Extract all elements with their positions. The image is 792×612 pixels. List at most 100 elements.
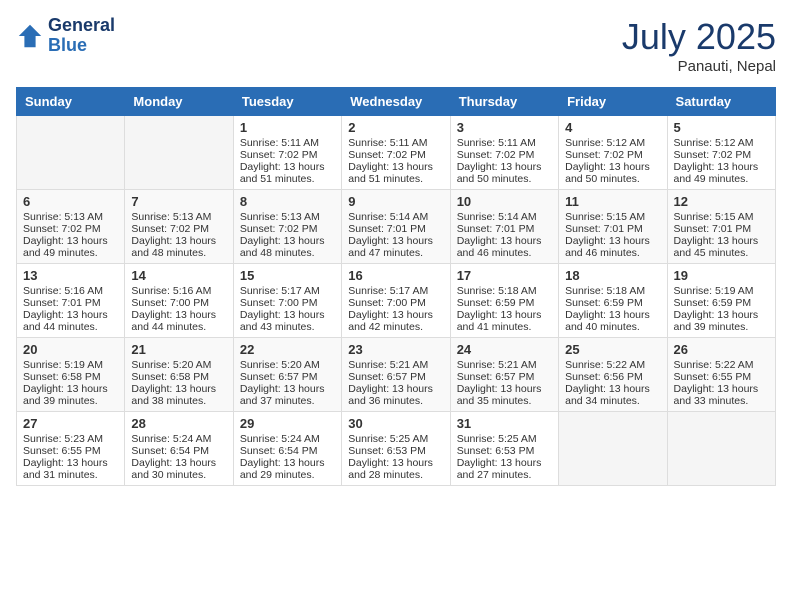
day-info: Daylight: 13 hours and 39 minutes. <box>674 309 769 333</box>
day-info: Daylight: 13 hours and 47 minutes. <box>348 235 443 259</box>
day-info: Sunrise: 5:11 AM <box>348 137 443 149</box>
calendar-cell: 20Sunrise: 5:19 AMSunset: 6:58 PMDayligh… <box>17 338 125 412</box>
day-number: 6 <box>23 194 118 209</box>
day-number: 9 <box>348 194 443 209</box>
day-info: Sunrise: 5:18 AM <box>457 285 552 297</box>
weekday-header: Monday <box>125 88 233 116</box>
day-info: Sunrise: 5:19 AM <box>23 359 118 371</box>
day-info: Sunset: 7:02 PM <box>565 149 660 161</box>
day-info: Sunrise: 5:12 AM <box>674 137 769 149</box>
day-info: Sunset: 7:02 PM <box>131 223 226 235</box>
day-info: Daylight: 13 hours and 46 minutes. <box>457 235 552 259</box>
day-info: Daylight: 13 hours and 45 minutes. <box>674 235 769 259</box>
weekday-header: Thursday <box>450 88 558 116</box>
day-info: Sunrise: 5:24 AM <box>131 433 226 445</box>
day-info: Sunrise: 5:21 AM <box>348 359 443 371</box>
day-info: Daylight: 13 hours and 30 minutes. <box>131 457 226 481</box>
day-info: Sunset: 7:01 PM <box>565 223 660 235</box>
day-info: Sunset: 7:02 PM <box>240 149 335 161</box>
day-number: 17 <box>457 268 552 283</box>
day-info: Sunrise: 5:21 AM <box>457 359 552 371</box>
weekday-header: Tuesday <box>233 88 341 116</box>
location: Panauti, Nepal <box>622 58 776 75</box>
calendar-cell <box>559 412 667 486</box>
day-number: 14 <box>131 268 226 283</box>
day-info: Sunset: 7:01 PM <box>674 223 769 235</box>
calendar-cell: 12Sunrise: 5:15 AMSunset: 7:01 PMDayligh… <box>667 190 775 264</box>
day-info: Sunrise: 5:25 AM <box>348 433 443 445</box>
calendar-week-row: 13Sunrise: 5:16 AMSunset: 7:01 PMDayligh… <box>17 264 776 338</box>
day-number: 25 <box>565 342 660 357</box>
day-info: Sunrise: 5:18 AM <box>565 285 660 297</box>
day-info: Daylight: 13 hours and 37 minutes. <box>240 383 335 407</box>
calendar-cell: 3Sunrise: 5:11 AMSunset: 7:02 PMDaylight… <box>450 116 558 190</box>
day-info: Daylight: 13 hours and 48 minutes. <box>240 235 335 259</box>
day-info: Sunrise: 5:20 AM <box>240 359 335 371</box>
calendar-cell: 25Sunrise: 5:22 AMSunset: 6:56 PMDayligh… <box>559 338 667 412</box>
day-info: Sunrise: 5:20 AM <box>131 359 226 371</box>
day-info: Sunset: 6:55 PM <box>674 371 769 383</box>
day-info: Sunrise: 5:17 AM <box>348 285 443 297</box>
calendar-table: SundayMondayTuesdayWednesdayThursdayFrid… <box>16 87 776 486</box>
logo-icon <box>16 22 44 50</box>
day-info: Sunrise: 5:14 AM <box>348 211 443 223</box>
calendar-cell: 22 Sunrise: 5:20 AMSunset: 6:57 PMDayligh… <box>233 338 341 412</box>
day-number: 28 <box>131 416 226 431</box>
day-info: Sunset: 6:57 PM <box>457 371 552 383</box>
day-number: 22 <box>240 342 335 357</box>
day-info: Daylight: 13 hours and 49 minutes. <box>674 161 769 185</box>
day-info: Sunset: 6:57 PM <box>240 371 335 383</box>
day-number: 24 <box>457 342 552 357</box>
weekday-header: Wednesday <box>342 88 450 116</box>
day-info: Daylight: 13 hours and 29 minutes. <box>240 457 335 481</box>
day-info: Sunset: 7:02 PM <box>240 223 335 235</box>
day-info: Daylight: 13 hours and 35 minutes. <box>457 383 552 407</box>
calendar-cell: 6Sunrise: 5:13 AMSunset: 7:02 PMDaylight… <box>17 190 125 264</box>
calendar-cell: 28Sunrise: 5:24 AMSunset: 6:54 PMDayligh… <box>125 412 233 486</box>
day-info: Sunset: 7:00 PM <box>348 297 443 309</box>
day-number: 2 <box>348 120 443 135</box>
calendar-cell: 13Sunrise: 5:16 AMSunset: 7:01 PMDayligh… <box>17 264 125 338</box>
day-info: Sunrise: 5:13 AM <box>23 211 118 223</box>
day-info: Sunset: 6:53 PM <box>457 445 552 457</box>
day-number: 7 <box>131 194 226 209</box>
calendar-cell: 31Sunrise: 5:25 AMSunset: 6:53 PMDayligh… <box>450 412 558 486</box>
weekday-header: Sunday <box>17 88 125 116</box>
day-info: Daylight: 13 hours and 36 minutes. <box>348 383 443 407</box>
calendar-cell: 14Sunrise: 5:16 AMSunset: 7:00 PMDayligh… <box>125 264 233 338</box>
weekday-header-row: SundayMondayTuesdayWednesdayThursdayFrid… <box>17 88 776 116</box>
calendar-cell: 26Sunrise: 5:22 AMSunset: 6:55 PMDayligh… <box>667 338 775 412</box>
day-info: Sunrise: 5:16 AM <box>131 285 226 297</box>
day-number: 30 <box>348 416 443 431</box>
day-number: 31 <box>457 416 552 431</box>
day-number: 19 <box>674 268 769 283</box>
day-number: 11 <box>565 194 660 209</box>
day-info: Sunset: 7:01 PM <box>457 223 552 235</box>
day-info: Daylight: 13 hours and 27 minutes. <box>457 457 552 481</box>
logo-text: General Blue <box>48 16 115 56</box>
day-info: Sunset: 6:55 PM <box>23 445 118 457</box>
day-number: 29 <box>240 416 335 431</box>
day-info: Sunset: 6:53 PM <box>348 445 443 457</box>
day-info: Sunset: 7:00 PM <box>131 297 226 309</box>
day-info: Sunset: 7:02 PM <box>674 149 769 161</box>
calendar-cell <box>667 412 775 486</box>
calendar-cell: 21Sunrise: 5:20 AMSunset: 6:58 PMDayligh… <box>125 338 233 412</box>
day-info: Sunrise: 5:23 AM <box>23 433 118 445</box>
day-info: Sunset: 6:59 PM <box>565 297 660 309</box>
calendar-cell: 7Sunrise: 5:13 AMSunset: 7:02 PMDaylight… <box>125 190 233 264</box>
day-info: Sunset: 7:02 PM <box>457 149 552 161</box>
day-info: Sunrise: 5:11 AM <box>240 137 335 149</box>
day-number: 26 <box>674 342 769 357</box>
day-info: Daylight: 13 hours and 28 minutes. <box>348 457 443 481</box>
calendar-cell: 19Sunrise: 5:19 AMSunset: 6:59 PMDayligh… <box>667 264 775 338</box>
calendar-cell <box>125 116 233 190</box>
calendar-cell: 23Sunrise: 5:21 AMSunset: 6:57 PMDayligh… <box>342 338 450 412</box>
calendar-cell: 2Sunrise: 5:11 AMSunset: 7:02 PMDaylight… <box>342 116 450 190</box>
day-number: 16 <box>348 268 443 283</box>
day-number: 23 <box>348 342 443 357</box>
day-info: Sunrise: 5:13 AM <box>131 211 226 223</box>
day-info: Sunset: 7:02 PM <box>348 149 443 161</box>
day-info: Sunset: 6:59 PM <box>457 297 552 309</box>
day-info: Sunrise: 5:12 AM <box>565 137 660 149</box>
